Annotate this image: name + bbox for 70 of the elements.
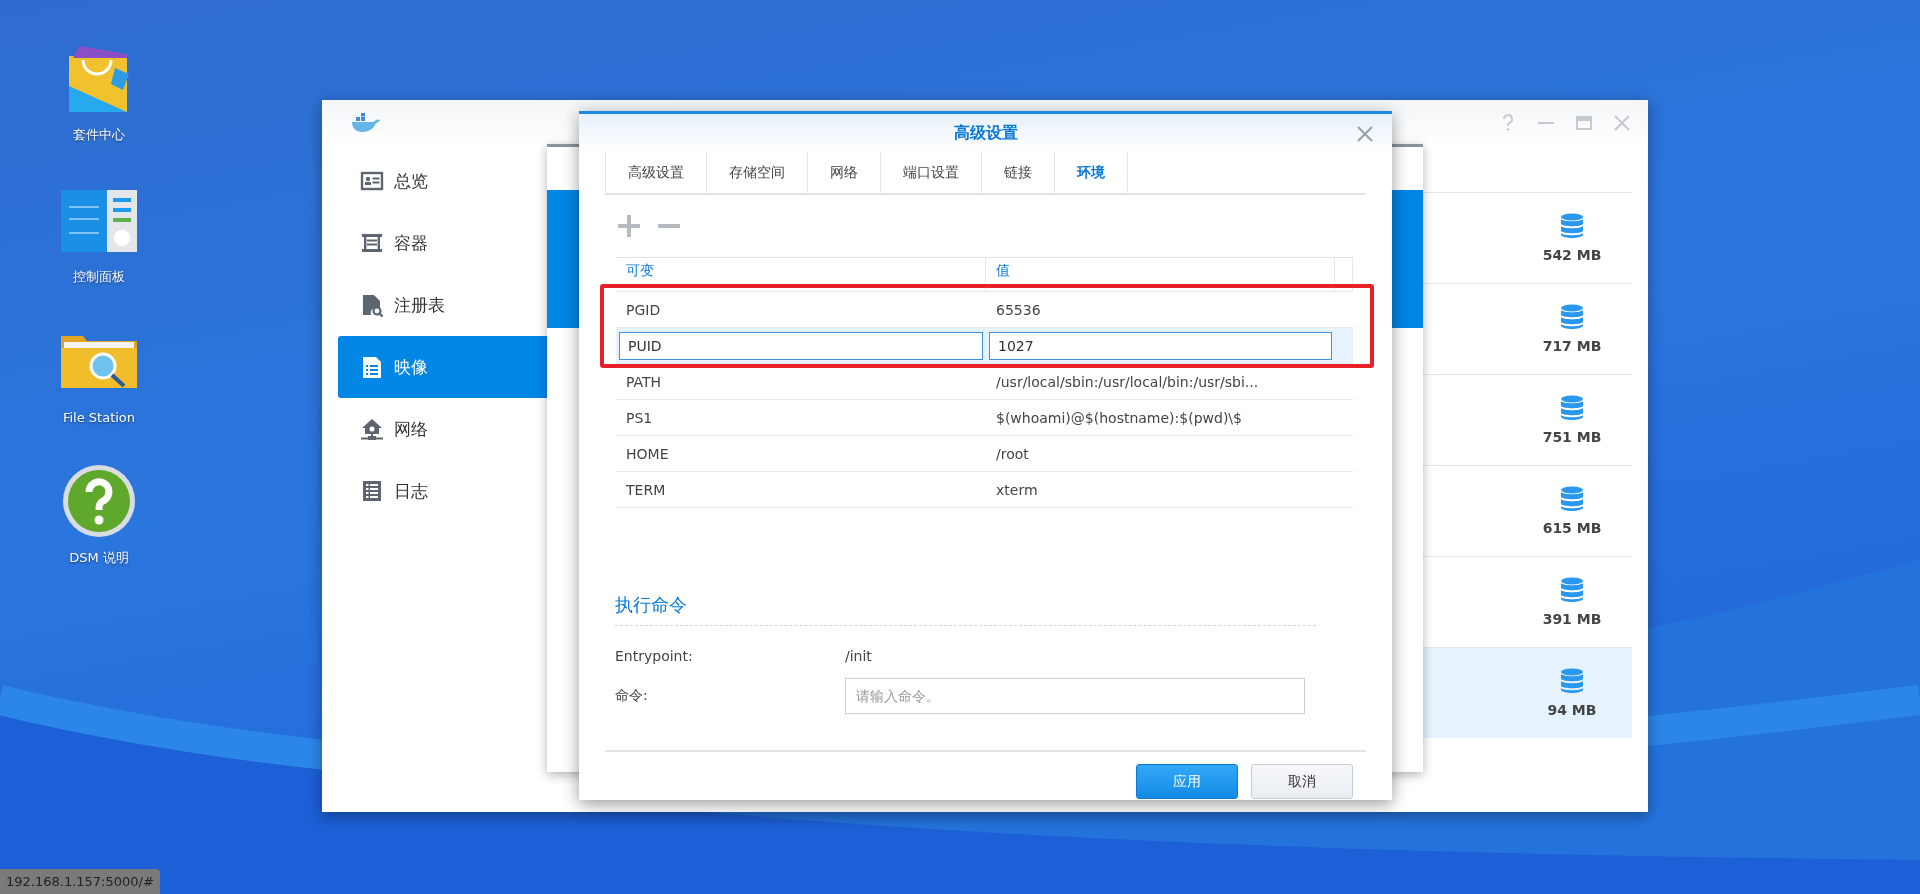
desktop-icon-label[interactable]: File Station xyxy=(62,410,136,425)
image-size: 391 MB xyxy=(1542,611,1602,627)
image-size: 94 MB xyxy=(1547,702,1597,718)
tab[interactable]: 存储空间 xyxy=(706,152,807,193)
column-header[interactable]: 可变 xyxy=(626,262,654,280)
value-input[interactable]: 1027 xyxy=(989,331,1332,360)
table-cell: TERM xyxy=(626,481,666,498)
table-cell: /usr/local/sbin:/usr/local/bin:/usr/sbi... xyxy=(996,373,1259,390)
table-cell: 65536 xyxy=(996,301,1041,318)
list-icon xyxy=(360,231,384,255)
document-list-icon xyxy=(360,355,384,379)
variable-input[interactable]: PUID xyxy=(619,331,983,360)
sidebar-item[interactable]: 日志 xyxy=(338,460,564,522)
dialog-title: 高级设置 xyxy=(953,122,1018,144)
add-icon[interactable] xyxy=(616,213,642,239)
sidebar-item[interactable]: 容器 xyxy=(338,212,564,274)
sidebar-label: 网络 xyxy=(394,417,428,441)
field-label: Entrypoint: xyxy=(615,648,694,664)
table-cell: $(whoami)@$(hostname):$(pwd)\$ xyxy=(996,409,1242,426)
cancel-button[interactable]: 取消 xyxy=(1251,764,1353,799)
list-icon xyxy=(360,479,384,503)
close-icon[interactable] xyxy=(1612,113,1632,133)
sidebar-item[interactable]: 注册表 xyxy=(338,274,564,336)
table-cell: PGID xyxy=(626,301,661,318)
field-value: /init xyxy=(845,648,873,664)
table-row[interactable]: PATH /usr/local/sbin:/usr/local/bin:/usr/sbi... xyxy=(616,364,1353,400)
database-icon xyxy=(1560,668,1584,694)
table-row[interactable]: HOME /root xyxy=(616,436,1353,472)
tab[interactable]: 高级设置 xyxy=(605,152,706,193)
sidebar-label: 容器 xyxy=(394,231,428,255)
close-icon[interactable] xyxy=(1356,125,1374,143)
database-icon xyxy=(1560,213,1584,239)
desktop-icon-label[interactable]: 套件中心 xyxy=(73,126,125,144)
database-icon xyxy=(1560,304,1584,330)
table-row[interactable]: TERM xterm xyxy=(616,472,1353,508)
sidebar-label: 注册表 xyxy=(394,293,445,317)
image-size: 751 MB xyxy=(1542,429,1602,445)
sidebar-item[interactable]: 总览 xyxy=(338,150,564,212)
image-size: 717 MB xyxy=(1542,338,1602,354)
status-url: 192.168.1.157:5000/# xyxy=(0,869,160,894)
document-search-icon xyxy=(360,293,384,317)
database-icon xyxy=(1560,577,1584,603)
sidebar-item[interactable]: 网络 xyxy=(338,398,564,460)
desktop-icon-label[interactable]: DSM 说明 xyxy=(69,549,129,567)
tab[interactable]: 链接 xyxy=(981,152,1054,193)
desktop-icon-label[interactable]: 控制面板 xyxy=(73,268,125,286)
database-icon xyxy=(1560,486,1584,512)
table-cell: PATH xyxy=(626,373,662,390)
section-title: 执行命令 xyxy=(615,594,687,615)
table-cell: PS1 xyxy=(626,409,653,426)
house-icon xyxy=(360,417,384,441)
image-size: 542 MB xyxy=(1542,247,1602,263)
table-row[interactable]: PS1 $(whoami)@$(hostname):$(pwd)\$ xyxy=(616,400,1353,436)
whale-icon xyxy=(350,113,380,133)
sidebar-label: 映像 xyxy=(394,355,428,379)
command-input[interactable]: 请输入命令。 xyxy=(845,678,1305,714)
table-cell: /root xyxy=(996,445,1029,462)
maximize-icon[interactable] xyxy=(1574,113,1594,133)
id-card-icon xyxy=(360,169,384,193)
sidebar-label: 日志 xyxy=(394,479,428,503)
image-size: 615 MB xyxy=(1542,520,1602,536)
table-cell: xterm xyxy=(996,481,1038,498)
field-label: 命令: xyxy=(615,687,649,705)
tab[interactable]: 网络 xyxy=(807,152,880,193)
database-icon xyxy=(1560,395,1584,421)
tab[interactable]: 环境 xyxy=(1054,152,1128,193)
tab[interactable]: 端口设置 xyxy=(880,152,981,193)
sidebar-label: 总览 xyxy=(394,169,428,193)
table-cell: HOME xyxy=(626,445,669,462)
column-header[interactable]: 值 xyxy=(996,262,1010,280)
